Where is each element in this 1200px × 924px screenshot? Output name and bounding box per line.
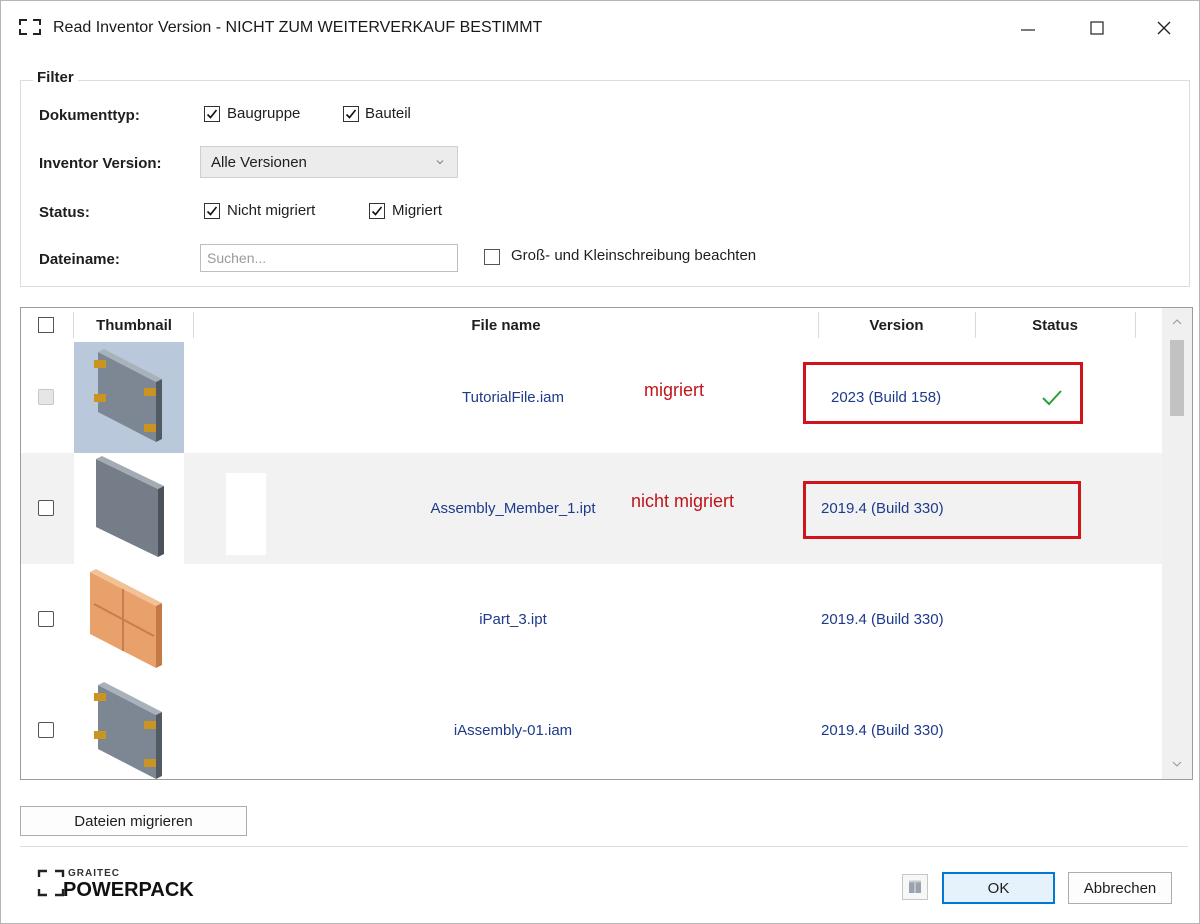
cancel-button[interactable]: Abbrechen bbox=[1068, 872, 1172, 904]
column-thumbnail[interactable]: Thumbnail bbox=[74, 308, 194, 342]
part-thumbnail bbox=[74, 453, 184, 564]
case-sensitive-label[interactable]: Groß- und Kleinschreibung beachten bbox=[511, 247, 756, 264]
dialog-window: Read Inventor Version - NICHT ZUM WEITER… bbox=[0, 0, 1200, 924]
ok-button[interactable]: OK bbox=[942, 872, 1055, 904]
row-checkbox[interactable] bbox=[38, 611, 54, 627]
checkmark-icon bbox=[206, 109, 218, 119]
header-separator bbox=[1135, 312, 1136, 338]
scrollbar-thumb[interactable] bbox=[1170, 340, 1184, 416]
filter-legend: Filter bbox=[33, 69, 78, 86]
status-label: Status: bbox=[39, 204, 90, 221]
inventor-version-select[interactable]: Alle Versionen bbox=[200, 146, 458, 178]
close-icon bbox=[1157, 21, 1171, 35]
file-name[interactable]: iPart_3.ipt bbox=[193, 611, 833, 628]
file-name[interactable]: Assembly_Member_1.ipt bbox=[193, 500, 833, 517]
close-button[interactable] bbox=[1141, 11, 1187, 45]
brand-line-2: POWERPACK bbox=[63, 879, 194, 901]
select-all-checkbox[interactable] bbox=[38, 317, 54, 333]
annotation-migriert: migriert bbox=[644, 380, 705, 400]
grid-header: Thumbnail File name Version Status bbox=[21, 308, 1163, 343]
row-checkbox[interactable] bbox=[38, 389, 54, 405]
annotation-nicht-migriert: nicht migriert bbox=[631, 491, 735, 511]
book-icon bbox=[909, 880, 921, 893]
filename-search-input[interactable] bbox=[200, 244, 458, 272]
maximize-icon bbox=[1090, 21, 1104, 35]
assembly-thumbnail bbox=[74, 342, 184, 453]
maximize-button[interactable] bbox=[1074, 11, 1120, 45]
inventor-version-value: Alle Versionen bbox=[211, 154, 307, 171]
nicht-migriert-label[interactable]: Nicht migriert bbox=[227, 202, 315, 219]
title-bar: Read Inventor Version - NICHT ZUM WEITER… bbox=[1, 1, 1199, 53]
file-version: 2019.4 (Build 330) bbox=[821, 611, 944, 628]
checkmark-icon bbox=[371, 206, 383, 216]
baugruppe-checkbox[interactable] bbox=[204, 106, 220, 122]
table-row[interactable]: iAssembly-01.iam 2019.4 (Build 330) bbox=[21, 675, 1163, 779]
powerpack-app-icon bbox=[19, 19, 41, 35]
annotation-box-row2 bbox=[803, 481, 1081, 539]
dateiname-label: Dateiname: bbox=[39, 251, 120, 268]
migriert-checkbox[interactable] bbox=[369, 203, 385, 219]
minimize-icon bbox=[1021, 29, 1035, 31]
file-name[interactable]: TutorialFile.iam bbox=[193, 389, 833, 406]
case-sensitive-checkbox[interactable] bbox=[484, 249, 500, 265]
migriert-label[interactable]: Migriert bbox=[392, 202, 442, 219]
inventor-version-label: Inventor Version: bbox=[39, 155, 162, 172]
column-file-name[interactable]: File name bbox=[193, 308, 819, 342]
help-book-button[interactable] bbox=[902, 874, 928, 900]
table-row[interactable]: iPart_3.ipt 2019.4 (Build 330) bbox=[21, 564, 1163, 675]
window-title: Read Inventor Version - NICHT ZUM WEITER… bbox=[53, 19, 543, 36]
column-status[interactable]: Status bbox=[975, 308, 1135, 342]
file-name[interactable]: iAssembly-01.iam bbox=[193, 722, 833, 739]
checkmark-icon bbox=[345, 109, 357, 119]
migrate-files-button[interactable]: Dateien migrieren bbox=[20, 806, 247, 836]
bauteil-label[interactable]: Bauteil bbox=[365, 105, 411, 122]
nicht-migriert-checkbox[interactable] bbox=[204, 203, 220, 219]
ipart-thumbnail bbox=[74, 564, 184, 675]
file-version: 2019.4 (Build 330) bbox=[821, 722, 944, 739]
row-checkbox[interactable] bbox=[38, 500, 54, 516]
chevron-down-icon bbox=[436, 160, 444, 165]
bauteil-checkbox[interactable] bbox=[343, 106, 359, 122]
column-version[interactable]: Version bbox=[818, 308, 975, 342]
scroll-up-icon[interactable] bbox=[1172, 318, 1182, 326]
minimize-button[interactable] bbox=[1005, 11, 1051, 45]
scroll-down-icon[interactable] bbox=[1172, 760, 1182, 768]
footer-separator bbox=[20, 846, 1188, 847]
vertical-scrollbar[interactable] bbox=[1162, 308, 1192, 779]
row-checkbox[interactable] bbox=[38, 722, 54, 738]
iassembly-thumbnail bbox=[74, 675, 184, 779]
graitec-logo-icon bbox=[37, 869, 65, 897]
doctype-label: Dokumenttyp: bbox=[39, 107, 140, 124]
baugruppe-label[interactable]: Baugruppe bbox=[227, 105, 300, 122]
checkmark-icon bbox=[206, 206, 218, 216]
brand-line-1: GRAITEC bbox=[68, 868, 120, 879]
annotation-box-row1 bbox=[803, 362, 1083, 424]
